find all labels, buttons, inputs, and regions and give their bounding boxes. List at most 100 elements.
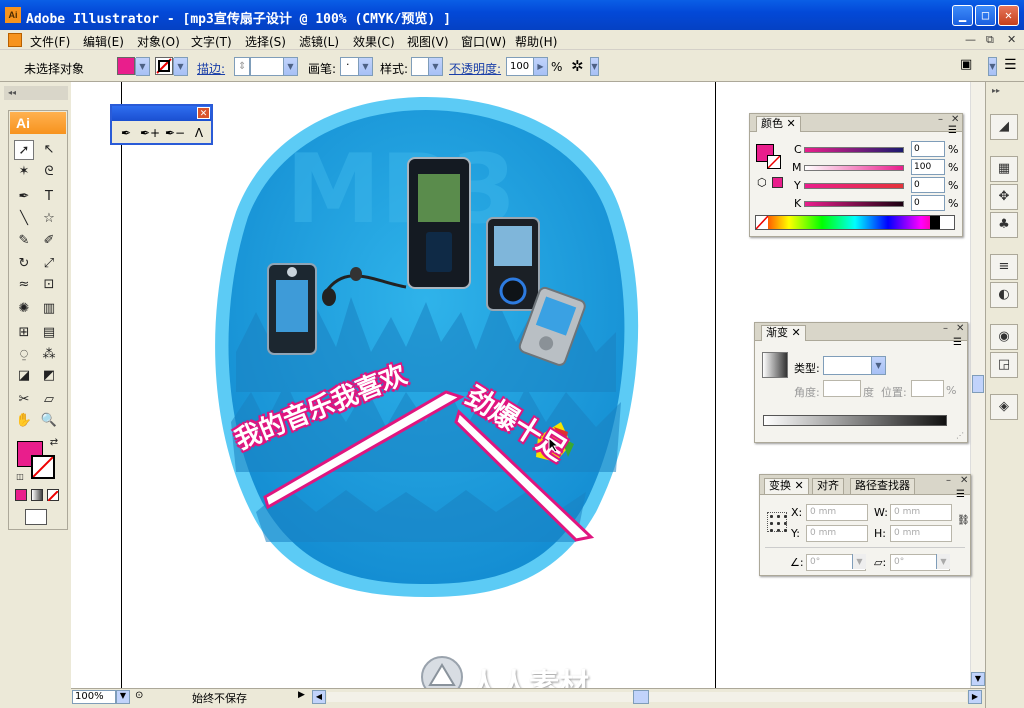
gradient-mode-icon[interactable] [31, 489, 43, 501]
scroll-down-button[interactable]: ▼ [971, 672, 985, 686]
color-stroke-box[interactable] [767, 155, 781, 169]
reference-point-icon[interactable] [767, 512, 787, 532]
status-menu-arrow-icon[interactable]: ▶ [298, 690, 305, 700]
tab-gradient[interactable]: 渐变 ✕ [761, 325, 806, 341]
none-mode-icon[interactable] [47, 489, 59, 502]
shear-dropdown[interactable]: ▼ [936, 554, 950, 571]
scroll-right-button[interactable]: ▶ [968, 690, 982, 704]
brushes-panel-icon[interactable]: ✥ [990, 184, 1018, 210]
pen-palette-close-button[interactable]: ✕ [197, 107, 210, 119]
stroke-color-box[interactable] [31, 455, 55, 479]
out-of-gamut-icon[interactable]: ⬡ [757, 176, 767, 189]
add-anchor-icon[interactable]: ✒+ [139, 124, 161, 142]
vertical-scroll-thumb[interactable] [972, 375, 984, 393]
channel-m-input[interactable]: 100 [911, 159, 945, 175]
doc-minimize-button[interactable]: — [965, 33, 976, 46]
stroke-panel-icon[interactable]: ≡ [990, 254, 1018, 280]
menu-select[interactable]: 选择(S) [245, 33, 286, 50]
panel-minimize-icon[interactable]: – [938, 114, 943, 125]
gradient-angle-input[interactable] [823, 380, 861, 397]
y-input[interactable]: 0 mm [806, 525, 868, 542]
pen-tool-palette[interactable]: ✕ ✒ ✒+ ✒− ᐱ [110, 104, 213, 145]
doc-close-button[interactable]: ✕ [1007, 33, 1016, 46]
gradient-panel-icon[interactable]: ◢ [990, 114, 1018, 140]
transform-panel-minimize-icon[interactable]: – [946, 475, 951, 486]
blend-icon[interactable]: ⁂ [39, 345, 59, 365]
menu-window[interactable]: 窗口(W) [461, 33, 506, 50]
close-button[interactable]: ✕ [998, 5, 1019, 26]
swatches-panel-icon[interactable]: ▦ [990, 156, 1018, 182]
channel-k-slider[interactable] [804, 201, 904, 207]
gradient-icon[interactable]: ▤ [39, 323, 59, 343]
color-panel-menu-icon[interactable]: ☰ [948, 125, 957, 136]
live-paint-icon[interactable]: ◪ [14, 366, 34, 386]
app-icon[interactable]: Ai [5, 7, 21, 23]
style-dropdown[interactable]: ▼ [411, 57, 443, 76]
gradient-preview[interactable] [762, 352, 788, 378]
menu-file[interactable]: 文件(F) [30, 33, 70, 50]
stroke-swatch[interactable] [155, 57, 173, 75]
gradient-type-dropdown[interactable]: ▼ [823, 356, 886, 375]
recolor-icon[interactable]: ✲ [571, 57, 584, 75]
tab-color[interactable]: 颜色 ✕ [756, 116, 801, 132]
tab-align[interactable]: 对齐 [812, 478, 844, 494]
panel-close-icon[interactable]: ✕ [951, 114, 959, 125]
transform-panel-menu-icon[interactable]: ☰ [956, 489, 965, 500]
selection-icon[interactable]: ➚ [14, 140, 34, 160]
brush-dropdown[interactable]: · ▼ [340, 57, 373, 76]
gradient-resize-grip-icon[interactable]: ⋰ [956, 431, 964, 440]
channel-k-input[interactable]: 0 [911, 195, 945, 211]
color-mode-icon[interactable] [15, 489, 27, 501]
hand-icon[interactable]: ✋ [14, 411, 34, 431]
h-input[interactable]: 0 mm [890, 525, 952, 542]
dock-grip-icon[interactable]: ▸▸ [992, 86, 1000, 95]
fan-artwork[interactable]: MP3 [176, 92, 666, 602]
lasso-icon[interactable]: ᘓ [39, 162, 59, 182]
gradient-panel-menu-icon[interactable]: ☰ [953, 337, 962, 348]
menu-view[interactable]: 视图(V) [407, 33, 449, 50]
panel-menu-icon[interactable]: ☰ [1004, 57, 1017, 73]
opacity-label[interactable]: 不透明度: [449, 60, 501, 77]
menu-object[interactable]: 对象(O) [137, 33, 180, 50]
screen-mode-icon[interactable] [25, 509, 47, 525]
stroke-dropdown[interactable]: ▼ [173, 57, 188, 76]
warp-icon[interactable]: ≈ [14, 275, 34, 295]
tab-pathfinder[interactable]: 路径查找器 [850, 478, 915, 494]
minimize-button[interactable]: ▁ [952, 5, 973, 26]
status-indicator-icon[interactable]: ⊙ [135, 690, 143, 701]
zoom-level-input[interactable]: 100% [72, 690, 116, 704]
constrain-proportions-icon[interactable]: ⛓ [957, 515, 970, 526]
direct-select-icon[interactable]: ↖ [39, 140, 59, 160]
stroke-label[interactable]: 描边: [197, 60, 225, 77]
opacity-dropdown[interactable]: ▶ [533, 57, 548, 76]
spectrum-white-swatch[interactable] [940, 216, 954, 229]
tools-grip[interactable]: ◂◂ [4, 86, 68, 100]
fill-swatch[interactable] [117, 57, 135, 75]
channel-y-slider[interactable] [804, 183, 904, 189]
scroll-left-button[interactable]: ◀ [312, 690, 326, 704]
menu-filter[interactable]: 滤镜(L) [299, 33, 339, 50]
symbols-panel-icon[interactable]: ♣ [990, 212, 1018, 238]
channel-m-slider[interactable] [804, 165, 904, 171]
maximize-button[interactable]: □ [975, 5, 996, 26]
gradient-panel-close-icon[interactable]: ✕ [956, 323, 964, 334]
live-paint-select-icon[interactable]: ◩ [39, 366, 59, 386]
channel-c-input[interactable]: 0 [911, 141, 945, 157]
gradient-ramp[interactable] [763, 415, 947, 426]
rotate-dropdown[interactable]: ▼ [852, 554, 866, 571]
spectrum-black-swatch[interactable] [930, 216, 940, 229]
control-options-dropdown[interactable]: ▼ [988, 57, 997, 76]
color-spectrum-bar[interactable] [755, 215, 955, 230]
menu-type[interactable]: 文字(T) [191, 33, 232, 50]
zoom-dropdown[interactable]: ▼ [116, 690, 130, 704]
menu-effect[interactable]: 效果(C) [353, 33, 395, 50]
rotate-icon[interactable]: ↻ [14, 254, 34, 274]
tab-transform[interactable]: 变换 ✕ [764, 478, 809, 494]
document-icon[interactable] [8, 33, 22, 47]
transform-panel-close-icon[interactable]: ✕ [960, 475, 968, 486]
horizontal-scroll-thumb[interactable] [633, 690, 649, 704]
pen-tool-icon[interactable]: ✒ [115, 124, 137, 142]
layers-panel-icon[interactable]: ◈ [990, 394, 1018, 420]
convert-anchor-icon[interactable]: ᐱ [188, 124, 210, 142]
stroke-weight-stepper[interactable]: ⇕ [234, 57, 250, 76]
